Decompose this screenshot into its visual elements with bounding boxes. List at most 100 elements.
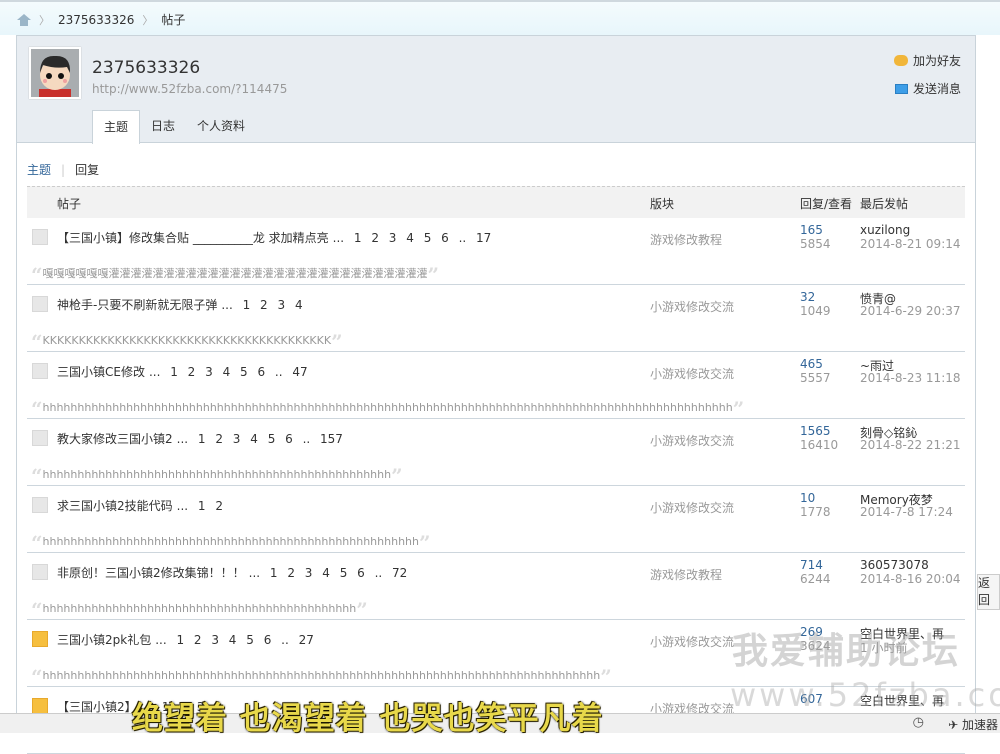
thread-title[interactable]: 三国小镇2pk礼包 [57, 633, 151, 647]
thread-pages[interactable]: ... 1 2 3 4 5 6 .. 17 [333, 231, 492, 245]
sub-tabs: 主题 | 回复 [27, 161, 99, 178]
thread-title-link[interactable]: 三国小镇CE修改 ... 1 2 3 4 5 6 .. 47 [57, 363, 308, 380]
quote-open-icon: “ [31, 598, 43, 622]
thread-forum[interactable]: 小游戏修改交流 [650, 633, 734, 650]
last-post-time: 2014-8-23 11:18 [860, 371, 961, 385]
add-friend-button[interactable]: 加为好友 [893, 52, 961, 69]
table-row: 求三国小镇2技能代码... 1 2 小游戏修改交流 10 1778 Memory… [27, 486, 965, 555]
thread-forum[interactable]: 小游戏修改交流 [650, 365, 734, 382]
top-bar: 〉 2375633326 〉 帖子 [0, 0, 1000, 35]
thread-forum[interactable]: 游戏修改教程 [650, 231, 722, 248]
reply-count[interactable]: 165 [800, 223, 823, 237]
hot-thread-icon [32, 631, 48, 647]
thread-title[interactable]: 求三国小镇2技能代码 [57, 499, 173, 513]
subtab-replies[interactable]: 回复 [75, 161, 99, 178]
quote-open-icon: “ [31, 397, 43, 421]
thread-title[interactable]: 非原创！三国小镇2修改集锦！！！ [57, 566, 245, 580]
mail-icon [894, 83, 908, 94]
quote-close-icon: ” [732, 397, 745, 421]
last-post-time: 2014-8-22 21:21 [860, 438, 961, 452]
tab-profile[interactable]: 个人资料 [186, 110, 256, 143]
thread-pages[interactable]: ... 1 2 3 4 5 6 .. 157 [177, 432, 343, 446]
handshake-icon [893, 55, 908, 66]
table-row: 非原创！三国小镇2修改集锦！！！ ... 1 2 3 4 5 6 .. 72 游戏… [27, 553, 965, 622]
thread-title[interactable]: 神枪手-只要不刷新就无限子弹 [57, 298, 217, 312]
chevron-right-icon: 〉 [142, 13, 154, 27]
tab-topics[interactable]: 主题 [92, 110, 141, 144]
quote-open-icon: “ [31, 531, 43, 555]
view-count: 16410 [800, 438, 839, 452]
thread-title-link[interactable]: 求三国小镇2技能代码 ... 1 2 [57, 497, 223, 514]
excerpt-text: 嘎嘎嘎嘎嘎嘎灌灌灌灌灌灌灌灌灌灌灌灌灌灌灌灌灌灌灌灌灌灌灌灌灌灌灌灌灌 [42, 267, 428, 280]
hot-thread-icon [32, 698, 48, 714]
thread-excerpt: “hhhhhhhhhhhhhhhhhhhhhhhhhhhhhhhhhhhhhhh… [31, 531, 431, 555]
send-message-button[interactable]: 发送消息 [894, 80, 961, 97]
thread-pages[interactable]: ... 1 2 [177, 499, 223, 513]
excerpt-text: hhhhhhhhhhhhhhhhhhhhhhhhhhhhhhhhhhhhhhhh… [42, 602, 357, 615]
add-friend-label: 加为好友 [912, 54, 961, 68]
divider: | [61, 162, 66, 177]
breadcrumb: 〉 2375633326 〉 帖子 [17, 11, 185, 28]
excerpt-text: hhhhhhhhhhhhhhhhhhhhhhhhhhhhhhhhhhhhhhhh… [42, 401, 733, 414]
thread-excerpt: “KKKKKKKKKKKKKKKKKKKKKKKKKKKKKKKKKKKKKKK… [31, 330, 343, 354]
thread-pages[interactable]: ... 1 2 3 4 5 6 .. 72 [249, 566, 408, 580]
table-header: 帖子 版块 回复/查看 最后发帖 [27, 186, 965, 218]
thread-forum[interactable]: 小游戏修改交流 [650, 499, 734, 516]
thread-excerpt: “hhhhhhhhhhhhhhhhhhhhhhhhhhhhhhhhhhhhhhh… [31, 665, 612, 689]
accelerator-button[interactable]: ✈ 加速器 [948, 716, 998, 733]
table-row: 三国小镇CE修改 ... 1 2 3 4 5 6 .. 47 小游戏修改交流 46… [27, 352, 965, 421]
quote-open-icon: “ [31, 665, 43, 689]
reply-count[interactable]: 465 [800, 357, 823, 371]
thread-title[interactable]: 【三国小镇】修改集合贴 __________龙 求加精点亮 [57, 231, 329, 245]
table-row: 【三国小镇】修改集合贴 __________龙 求加精点亮 ... 1 2 3 4… [27, 218, 965, 287]
reply-count[interactable]: 1565 [800, 424, 831, 438]
profile-url[interactable]: http://www.52fzba.com/?114475 [92, 82, 287, 96]
quote-open-icon: “ [31, 330, 43, 354]
quote-close-icon: ” [391, 464, 403, 488]
reply-count[interactable]: 32 [800, 290, 815, 304]
home-icon[interactable] [17, 13, 31, 26]
thread-title-link[interactable]: 【三国小镇】修改集合贴 __________龙 求加精点亮 ... 1 2 3 4… [57, 229, 491, 246]
thread-title-link[interactable]: 三国小镇2pk礼包 ... 1 2 3 4 5 6 .. 27 [57, 631, 314, 648]
last-post-time: 2014-8-16 20:04 [860, 572, 961, 586]
last-poster[interactable]: 360573078 [860, 558, 929, 572]
quote-open-icon: “ [31, 263, 43, 287]
quote-close-icon: ” [600, 665, 612, 689]
thread-title-link[interactable]: 神枪手-只要不刷新就无限子弹 ... 1 2 3 4 [57, 296, 303, 313]
send-message-label: 发送消息 [912, 82, 961, 96]
table-row: 教大家修改三国小镇2 ... 1 2 3 4 5 6 .. 157 小游戏修改交流… [27, 419, 965, 488]
thread-title[interactable]: 三国小镇CE修改 [57, 365, 145, 379]
thread-excerpt: “hhhhhhhhhhhhhhhhhhhhhhhhhhhhhhhhhhhhhhh… [31, 464, 403, 488]
col-forum: 版块 [650, 197, 675, 211]
thread-forum[interactable]: 游戏修改教程 [650, 566, 722, 583]
breadcrumb-current: 帖子 [161, 13, 186, 27]
quote-close-icon: ” [419, 531, 431, 555]
thread-title[interactable]: 【三国小镇2】 [57, 700, 137, 714]
thread-icon [32, 564, 48, 580]
clock-icon[interactable]: ◷ [913, 715, 924, 730]
quote-close-icon: ” [356, 598, 368, 622]
thread-title-link[interactable]: 教大家修改三国小镇2 ... 1 2 3 4 5 6 .. 157 [57, 430, 343, 447]
subtab-topics[interactable]: 主题 [27, 161, 51, 178]
thread-icon [32, 497, 48, 513]
col-replies-views: 回复/查看 [800, 197, 853, 211]
thread-forum[interactable]: 小游戏修改交流 [650, 432, 734, 449]
thread-pages[interactable]: ... 1 2 3 4 5 6 .. 47 [149, 365, 308, 379]
thread-pages[interactable]: ... 1 2 3 4 5 6 .. 27 [155, 633, 314, 647]
avatar[interactable] [29, 47, 81, 99]
thread-icon [32, 430, 48, 446]
reply-count[interactable]: 714 [800, 558, 823, 572]
back-to-top-button[interactable]: 返回顶部 [977, 574, 1000, 610]
profile-header: 2375633326 http://www.52fzba.com/?114475… [17, 36, 975, 144]
view-count: 6244 [800, 572, 831, 586]
last-post-time: 2014-6-29 20:37 [860, 304, 961, 318]
thread-pages[interactable]: ... 1 2 3 4 [221, 298, 302, 312]
thread-title[interactable]: 教大家修改三国小镇2 [57, 432, 173, 446]
thread-forum[interactable]: 小游戏修改交流 [650, 298, 734, 315]
last-poster[interactable]: xuzilong [860, 223, 910, 237]
breadcrumb-user[interactable]: 2375633326 [58, 13, 134, 27]
reply-count[interactable]: 10 [800, 491, 815, 505]
thread-excerpt: “hhhhhhhhhhhhhhhhhhhhhhhhhhhhhhhhhhhhhhh… [31, 397, 744, 421]
thread-title-link[interactable]: 非原创！三国小镇2修改集锦！！！ ... 1 2 3 4 5 6 .. 72 [57, 564, 407, 581]
tab-blog[interactable]: 日志 [140, 110, 186, 143]
